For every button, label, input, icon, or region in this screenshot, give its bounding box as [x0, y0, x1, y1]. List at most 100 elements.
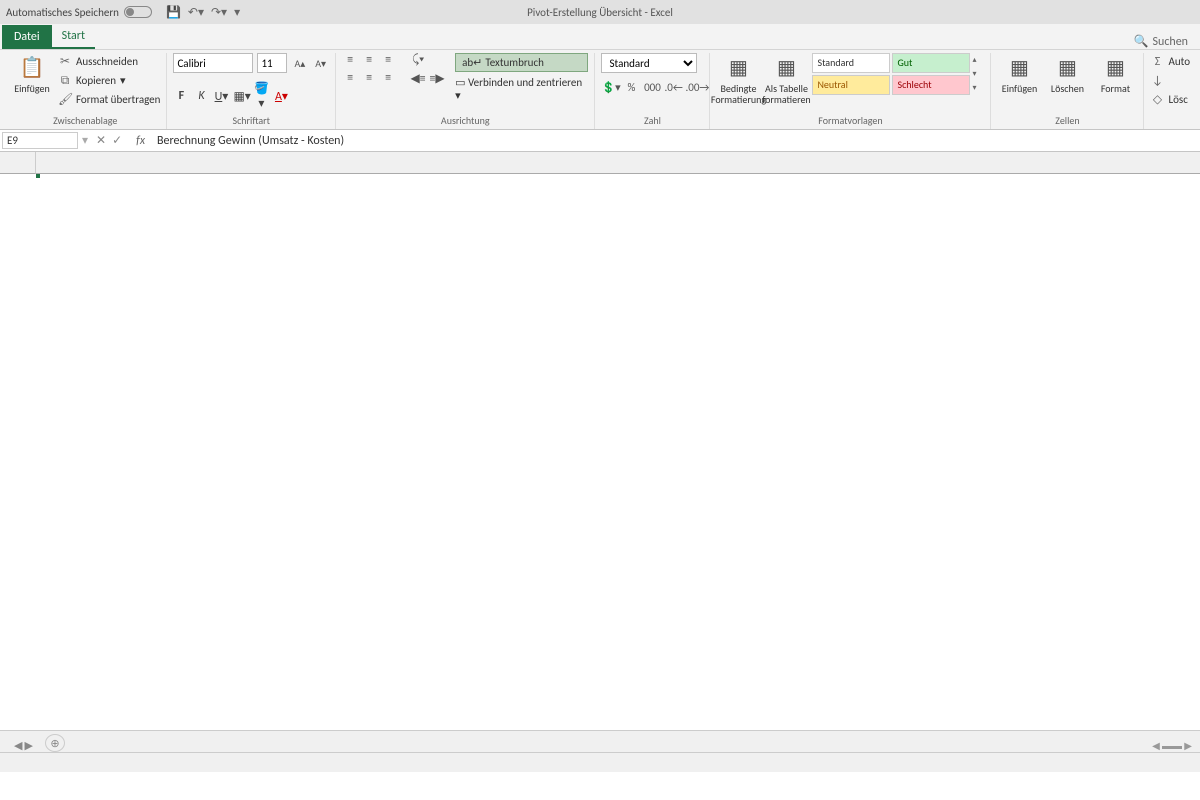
painter-label: Format übertragen — [76, 93, 160, 106]
number-format-combo[interactable]: Standard — [601, 53, 697, 73]
border-button[interactable]: ▦▾ — [233, 89, 249, 104]
wrap-label: Textumbruch — [485, 56, 544, 69]
font-color-button[interactable]: A▾ — [273, 89, 289, 104]
orientation-button[interactable]: ⤹▾ — [410, 53, 426, 67]
group-clipboard: 📋Einfügen ✂Ausschneiden ⧉Kopieren▾ 🖌Form… — [4, 53, 167, 129]
formula-bar: ▾ ✕ ✓ fx Berechnung Gewinn (Umsatz - Kos… — [0, 130, 1200, 152]
align-center-button[interactable]: ≡ — [361, 71, 377, 86]
search-label: Suchen — [1153, 35, 1188, 49]
indent-dec-button[interactable]: ◀≡ — [410, 71, 426, 86]
increase-font-button[interactable]: A▴ — [291, 55, 308, 72]
ribbon-tabs: Datei Start 🔍 Suchen — [0, 24, 1200, 50]
ribbon: 📋Einfügen ✂Ausschneiden ⧉Kopieren▾ 🖌Form… — [0, 50, 1200, 130]
sheet-tab-bar: ◀▶ ⊕ ◀ ▬▬ ▶ — [0, 730, 1200, 752]
number-group-label: Zahl — [601, 113, 703, 129]
delete-cells-button[interactable]: ▦Löschen — [1045, 53, 1089, 94]
align-bottom-button[interactable]: ≡ — [380, 53, 396, 67]
paste-button[interactable]: 📋Einfügen — [10, 53, 54, 94]
new-sheet-button[interactable]: ⊕ — [45, 734, 65, 752]
format-icon: ▦ — [1106, 55, 1125, 81]
cond-label: Bedingte Formatierung — [711, 83, 766, 105]
active-cell-outline — [36, 174, 40, 178]
copy-label: Kopieren — [76, 74, 116, 87]
dec-decimal-button[interactable]: .00→ — [685, 81, 703, 94]
quick-access-toolbar: 💾 ↶▾ ↷▾ ▾ — [166, 5, 240, 20]
font-group-label: Schriftart — [173, 113, 329, 129]
underline-button[interactable]: U▾ — [213, 89, 229, 104]
undo-icon[interactable]: ↶▾ — [188, 5, 204, 20]
format-painter-button[interactable]: 🖌 Format übertragen — [58, 91, 160, 108]
name-box[interactable] — [2, 132, 78, 149]
group-editing: ΣAuto ↓ ◇ Lösc — [1144, 53, 1196, 129]
name-box-dropdown[interactable]: ▾ — [80, 133, 88, 148]
percent-button[interactable]: % — [622, 81, 640, 94]
copy-icon: ⧉ — [58, 74, 72, 88]
cut-button[interactable]: ✂Ausschneiden — [58, 53, 160, 70]
brush-icon: 🖌 — [58, 92, 72, 107]
qat-customize-icon[interactable]: ▾ — [234, 5, 240, 20]
style-gut[interactable]: Gut — [892, 53, 970, 73]
search-icon: 🔍 — [1134, 34, 1149, 49]
comma-button[interactable]: 000 — [643, 81, 661, 94]
copy-button[interactable]: ⧉Kopieren▾ — [58, 72, 160, 89]
tab-start[interactable]: Start — [52, 24, 95, 49]
format-as-table-button[interactable]: ▦Als Tabelle formatieren — [764, 53, 808, 105]
redo-icon[interactable]: ↷▾ — [211, 5, 227, 20]
sheet-scroll[interactable]: ◀ ▬▬ ▶ — [1152, 739, 1200, 752]
select-all-triangle[interactable] — [0, 152, 36, 174]
italic-button[interactable]: K — [193, 89, 209, 103]
tab-file[interactable]: Datei — [2, 25, 52, 49]
group-alignment: ≡≡≡⤹▾ ≡≡≡◀≡≡▶ ab↵Textumbruch ▭ Verbinden… — [336, 53, 595, 129]
font-name-combo[interactable] — [173, 53, 253, 73]
format-label: Format — [1101, 83, 1130, 94]
merge-center-button[interactable]: ▭ Verbinden und zentrieren ▾ — [455, 76, 588, 102]
cells-area[interactable] — [36, 174, 1200, 730]
conditional-formatting-button[interactable]: ▦Bedingte Formatierung — [716, 53, 760, 105]
fill-color-button[interactable]: 🪣▾ — [253, 81, 269, 111]
format-cells-button[interactable]: ▦ Format — [1093, 53, 1137, 94]
bold-button[interactable]: F — [173, 89, 189, 103]
align-middle-button[interactable]: ≡ — [361, 53, 377, 67]
column-headers[interactable] — [36, 152, 1200, 174]
accounting-button[interactable]: 💲▾ — [601, 81, 619, 94]
align-top-button[interactable]: ≡ — [342, 53, 358, 67]
enter-formula-icon[interactable]: ✓ — [112, 133, 122, 148]
editing-group-label — [1150, 113, 1190, 129]
fx-icon[interactable]: fx — [130, 134, 151, 148]
align-left-button[interactable]: ≡ — [342, 71, 358, 86]
indent-inc-button[interactable]: ≡▶ — [429, 71, 445, 86]
clear-button[interactable]: ◇ Lösc — [1150, 91, 1190, 108]
formula-input[interactable]: Berechnung Gewinn (Umsatz - Kosten) — [151, 133, 1200, 149]
sheet-nav-arrows[interactable]: ◀▶ — [8, 739, 39, 752]
inc-decimal-button[interactable]: .0← — [664, 81, 682, 94]
insert-label: Einfügen — [1002, 83, 1038, 94]
insert-cells-button[interactable]: ▦ Einfügen — [997, 53, 1041, 94]
cut-icon: ✂ — [58, 54, 72, 69]
table-label: Als Tabelle formatieren — [762, 83, 810, 105]
font-size-combo[interactable] — [257, 53, 287, 73]
ribbon-search[interactable]: 🔍 Suchen — [1134, 34, 1200, 49]
style-gallery-more[interactable]: ▴▾▾ — [972, 53, 984, 95]
save-icon[interactable]: 💾 — [166, 5, 181, 20]
cancel-formula-icon[interactable]: ✕ — [96, 133, 106, 148]
insert-icon: ▦ — [1010, 55, 1029, 81]
decrease-font-button[interactable]: A▾ — [312, 55, 329, 72]
toggle-icon — [124, 6, 152, 18]
cells-group-label: Zellen — [997, 113, 1137, 129]
style-standard[interactable]: Standard — [812, 53, 890, 73]
style-neutral[interactable]: Neutral — [812, 75, 890, 95]
autosave-toggle[interactable]: Automatisches Speichern — [6, 6, 152, 19]
eraser-icon: ◇ — [1150, 92, 1164, 107]
alignment-group-label: Ausrichtung — [342, 113, 588, 129]
cell-styles-gallery[interactable]: Standard Gut Neutral Schlecht — [812, 53, 970, 95]
worksheet-grid[interactable] — [0, 152, 1200, 730]
clear-label: Lösc — [1168, 93, 1187, 106]
wrap-text-button[interactable]: ab↵Textumbruch — [455, 53, 588, 72]
style-schlecht[interactable]: Schlecht — [892, 75, 970, 95]
fill-button[interactable]: ↓ — [1150, 72, 1190, 89]
clipboard-group-label: Zwischenablage — [10, 113, 160, 129]
autosum-button[interactable]: ΣAuto — [1150, 53, 1190, 70]
table-icon: ▦ — [777, 55, 796, 81]
align-right-button[interactable]: ≡ — [380, 71, 396, 86]
merge-label: Verbinden und zentrieren — [468, 76, 582, 89]
